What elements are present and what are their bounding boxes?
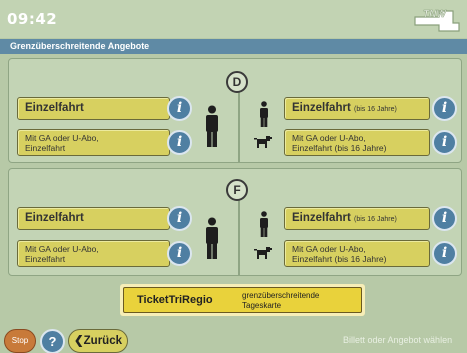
tnw-logo: TNW	[414, 9, 460, 32]
section-germany: D Einzelfahrt i Mit GA oder U-Abo, Einze…	[8, 58, 462, 163]
info-icon[interactable]: i	[167, 96, 192, 121]
button-label-line-2: Einzelfahrt (bis 16 Jahre)	[292, 143, 387, 153]
ticket-description-line-2: Tageskarte	[242, 301, 282, 310]
button-label: Einzelfahrt	[292, 102, 351, 114]
top-bar: 09:42 TNW	[0, 0, 467, 38]
info-icon[interactable]: i	[432, 241, 457, 266]
ticket-tri-regio-button[interactable]: TicketTriRegio grenzüberschreitende Tage…	[123, 287, 362, 313]
person-icon	[206, 217, 218, 259]
button-label-line-1: Mit GA oder U-Abo,	[25, 244, 99, 254]
info-icon[interactable]: i	[432, 96, 457, 121]
ticket-tri-regio-frame: TicketTriRegio grenzüberschreitende Tage…	[120, 284, 365, 316]
ticket-description-line-1: grenzüberschreitende	[242, 291, 320, 300]
stop-button[interactable]: Stop	[4, 329, 36, 353]
single-ticket-adult-ga-button[interactable]: Mit GA oder U-Abo, Einzelfahrt	[17, 129, 170, 156]
button-label-line-2: Einzelfahrt	[25, 254, 66, 264]
info-icon[interactable]: i	[167, 241, 192, 266]
single-ticket-child-ga-button[interactable]: Mit GA oder U-Abo, Einzelfahrt (bis 16 J…	[284, 240, 430, 267]
single-ticket-child-button[interactable]: Einzelfahrt (bis 16 Jahre)	[284, 97, 430, 120]
back-button[interactable]: ❮Zurück	[68, 329, 128, 353]
section-france: F Einzelfahrt i Mit GA oder U-Abo, Einze…	[8, 168, 462, 276]
person-icon	[206, 105, 218, 147]
button-note: (bis 16 Jahre)	[354, 216, 397, 223]
chevron-left-icon: ❮	[74, 335, 84, 347]
ticket-description: grenzüberschreitende Tageskarte	[242, 291, 319, 311]
dog-icon	[254, 136, 272, 148]
dog-icon	[254, 247, 272, 259]
button-label-line-2: Einzelfahrt	[25, 143, 66, 153]
button-label-line-1: Mit GA oder U-Abo,	[292, 133, 366, 143]
ticket-name: TicketTriRegio	[137, 294, 213, 306]
info-icon[interactable]: i	[432, 206, 457, 231]
country-badge: F	[226, 179, 248, 201]
info-icon[interactable]: i	[167, 206, 192, 231]
help-button[interactable]: ?	[40, 329, 65, 353]
single-ticket-adult-button[interactable]: Einzelfahrt	[17, 97, 170, 120]
logo-text: TNW	[423, 9, 447, 20]
clock: 09:42	[7, 10, 58, 28]
button-note: (bis 16 Jahre)	[354, 106, 397, 113]
button-label-line-2: Einzelfahrt (bis 16 Jahre)	[292, 254, 387, 264]
single-ticket-child-button[interactable]: Einzelfahrt (bis 16 Jahre)	[284, 207, 430, 230]
child-icon	[260, 211, 268, 237]
single-ticket-adult-button[interactable]: Einzelfahrt	[17, 207, 170, 230]
single-ticket-child-ga-button[interactable]: Mit GA oder U-Abo, Einzelfahrt (bis 16 J…	[284, 129, 430, 156]
button-label: Einzelfahrt	[292, 212, 351, 224]
instruction-text: Billett oder Angebot wählen	[343, 335, 453, 345]
button-label: Einzelfahrt	[25, 212, 84, 224]
button-label-line-1: Mit GA oder U-Abo,	[25, 133, 99, 143]
info-icon[interactable]: i	[432, 130, 457, 155]
page-title: Grenzüberschreitende Angebote	[0, 39, 467, 54]
button-label: Einzelfahrt	[25, 102, 84, 114]
child-icon	[260, 101, 268, 127]
button-label-line-1: Mit GA oder U-Abo,	[292, 244, 366, 254]
back-label: Zurück	[83, 335, 122, 347]
country-badge: D	[226, 71, 248, 93]
info-icon[interactable]: i	[167, 130, 192, 155]
single-ticket-adult-ga-button[interactable]: Mit GA oder U-Abo, Einzelfahrt	[17, 240, 170, 267]
